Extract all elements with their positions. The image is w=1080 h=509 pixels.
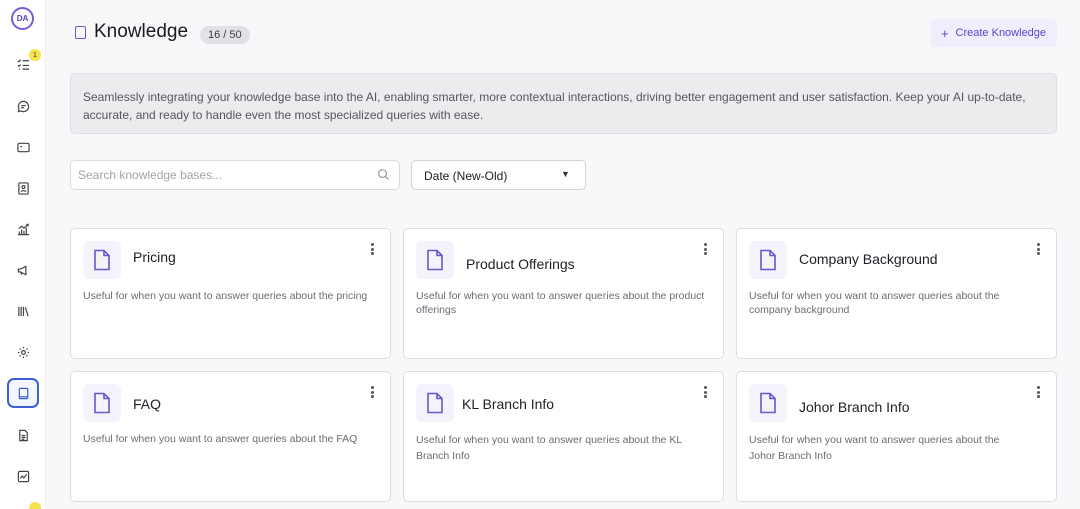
list-check-icon (17, 58, 29, 70)
sidebar-item-widget[interactable] (7, 132, 39, 162)
sort-value: Date (New-Old) (424, 169, 508, 183)
notification-badge (29, 502, 41, 509)
knowledge-card-johor-branch-info[interactable]: Johor Branch Info Useful for when you wa… (736, 371, 1057, 502)
sort-select[interactable]: Date (New-Old) ▼ (411, 160, 586, 190)
document-icon (83, 384, 121, 422)
knowledge-card-title: FAQ (133, 396, 162, 412)
document-icon (416, 241, 454, 279)
sidebar-item-settings[interactable] (7, 337, 39, 367)
knowledge-card-description: Useful for when you want to answer queri… (416, 290, 705, 316)
document-icon (749, 384, 787, 422)
activity-chart-icon (17, 470, 29, 482)
sidebar-item-campaigns[interactable] (7, 255, 39, 285)
contact-book-icon (17, 181, 29, 195)
knowledge-card-product-offerings[interactable]: Product Offerings Useful for when you wa… (403, 228, 724, 359)
knowledge-card-faq[interactable]: FAQ Useful for when you want to answer q… (70, 371, 391, 502)
knowledge-title-icon (75, 26, 86, 39)
knowledge-card-pricing[interactable]: Pricing Useful for when you want to answ… (70, 228, 391, 359)
sidebar-item-library[interactable] (7, 296, 39, 326)
knowledge-card-description: Useful for when you want to answer queri… (749, 290, 1000, 316)
document-icon (416, 384, 454, 422)
knowledge-card-title: Product Offerings (466, 256, 575, 272)
knowledge-card-description: Useful for when you want to answer queri… (83, 433, 358, 445)
window-icon (16, 142, 30, 152)
more-options-icon[interactable] (701, 242, 709, 256)
tasks-count-badge: 1 (29, 49, 41, 61)
book-icon (18, 387, 28, 399)
document-icon (83, 241, 121, 279)
more-options-icon[interactable] (701, 385, 709, 399)
caret-down-icon: ▼ (561, 169, 570, 179)
more-options-icon[interactable] (368, 385, 376, 399)
knowledge-card-kl-branch-info[interactable]: KL Branch Info Useful for when you want … (403, 371, 724, 502)
chat-bubble-icon (17, 100, 29, 112)
knowledge-card-company-background[interactable]: Company Background Useful for when you w… (736, 228, 1057, 359)
books-icon (17, 306, 29, 316)
sidebar: DA 1 (0, 0, 46, 509)
knowledge-card-title: Pricing (133, 249, 176, 265)
knowledge-card-description: Useful for when you want to answer queri… (416, 434, 682, 462)
create-knowledge-label: Create Knowledge (955, 27, 1047, 39)
trend-chart-icon (17, 223, 29, 235)
sidebar-item-knowledge[interactable] (7, 378, 39, 408)
more-options-icon[interactable] (1034, 385, 1042, 399)
megaphone-icon (17, 264, 26, 276)
document-icon (749, 241, 787, 279)
page-title: Knowledge (94, 21, 189, 42)
knowledge-card-description: Useful for when you want to answer queri… (83, 290, 368, 302)
sidebar-item-contacts[interactable] (7, 173, 39, 203)
search-input[interactable] (71, 161, 371, 189)
app-logo[interactable]: DA (11, 7, 34, 30)
search-box (70, 160, 400, 190)
document-icon (18, 429, 28, 441)
more-options-icon[interactable] (1034, 242, 1042, 256)
knowledge-count-badge: 16 / 50 (200, 26, 250, 44)
sidebar-item-reports[interactable] (7, 461, 39, 491)
plus-icon: + (940, 25, 949, 41)
create-knowledge-button[interactable]: + Create Knowledge (930, 19, 1057, 47)
info-banner: Seamlessly integrating your knowledge ba… (70, 73, 1057, 134)
more-options-icon[interactable] (368, 242, 376, 256)
gear-icon (17, 346, 29, 358)
sidebar-item-analytics[interactable] (7, 214, 39, 244)
knowledge-card-title: Johor Branch Info (799, 399, 910, 415)
search-icon[interactable] (377, 168, 390, 181)
knowledge-card-title: KL Branch Info (462, 396, 555, 412)
knowledge-card-description: Useful for when you want to answer queri… (749, 434, 1000, 462)
sidebar-item-chat[interactable] (7, 91, 39, 121)
sidebar-item-documents[interactable] (7, 420, 39, 450)
knowledge-card-title: Company Background (799, 251, 938, 267)
